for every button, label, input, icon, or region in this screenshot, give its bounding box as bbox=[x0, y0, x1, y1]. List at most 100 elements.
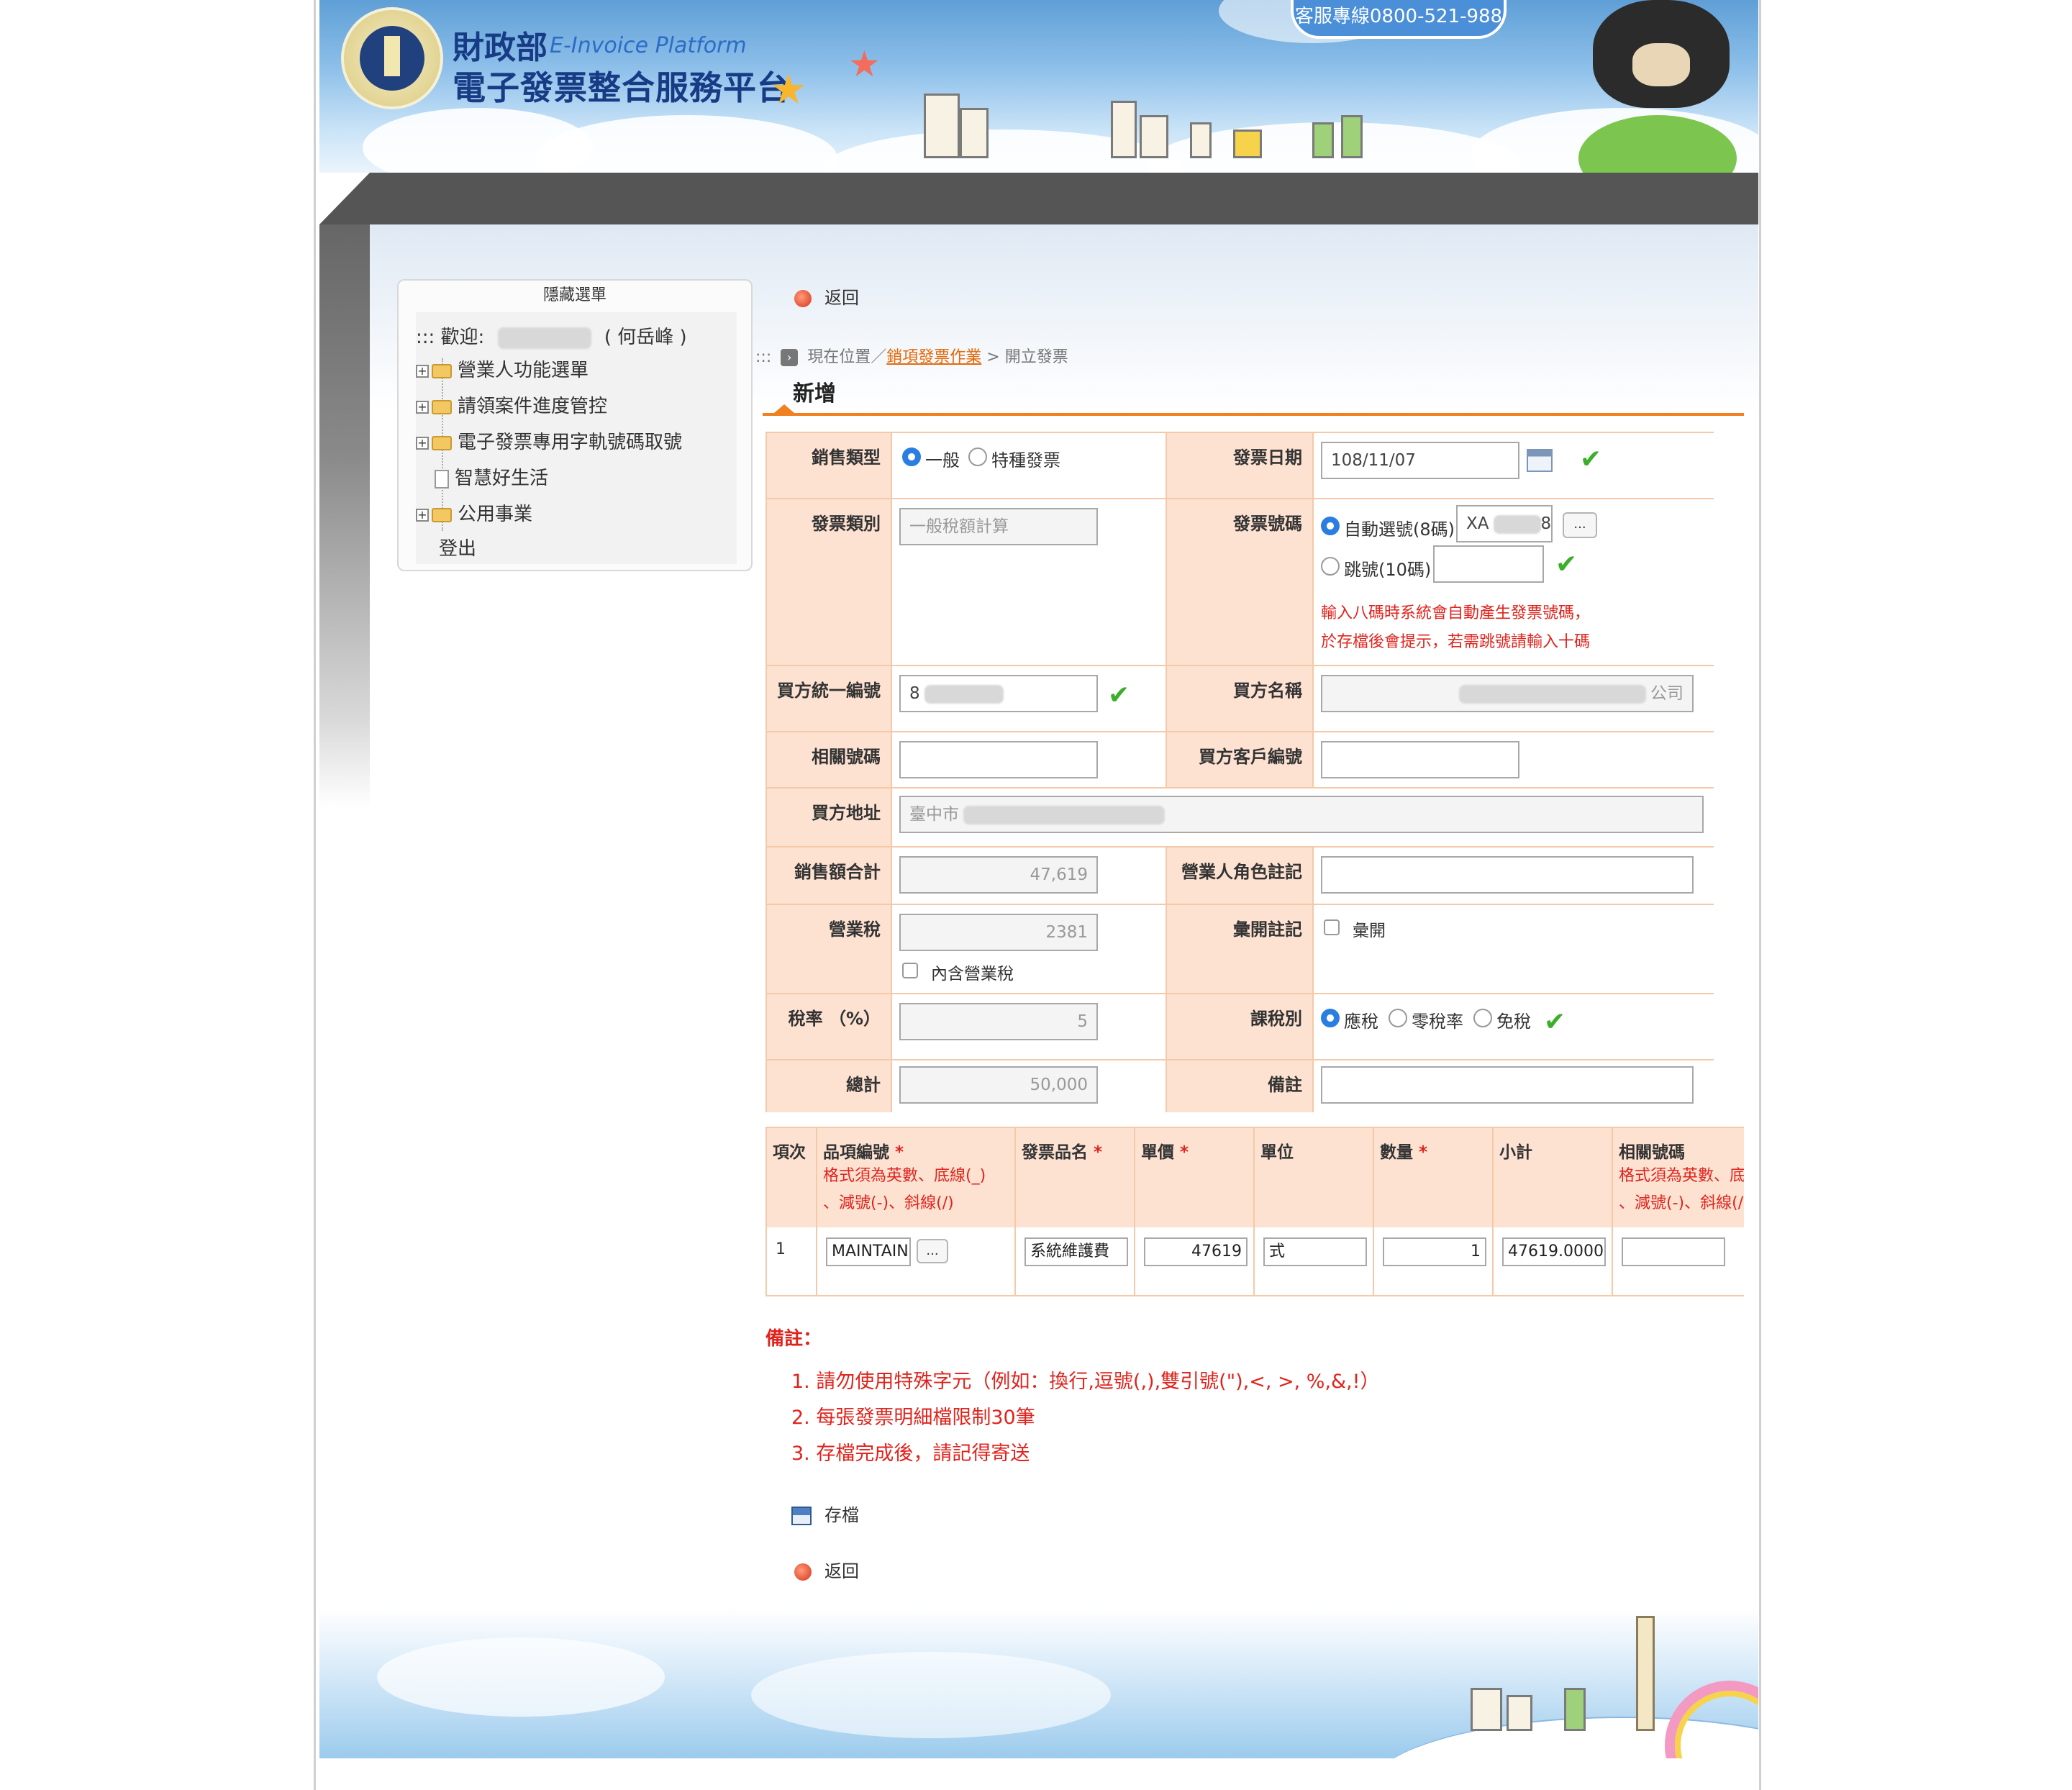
buyer-name-input[interactable]: 公司 bbox=[1321, 675, 1694, 712]
buyer-name-label: 買方名稱 bbox=[1167, 666, 1314, 732]
sidebar-item-label: 登出 bbox=[439, 538, 477, 560]
skip-number-input[interactable] bbox=[1433, 545, 1544, 583]
auto-number-label: 自動選號(8碼) bbox=[1344, 519, 1455, 540]
expand-icon[interactable]: + bbox=[416, 436, 429, 450]
building-illustration bbox=[1140, 115, 1168, 158]
sidebar-item-utilities[interactable]: + 公用事業 bbox=[416, 499, 532, 531]
consolidated-checkbox[interactable] bbox=[1324, 919, 1340, 935]
format-hint: 、減號(-)、斜線(/) bbox=[823, 1194, 954, 1212]
header-band bbox=[319, 173, 1758, 224]
folder-icon bbox=[432, 507, 452, 522]
subtotal-input[interactable]: 47619.0000 bbox=[1502, 1237, 1606, 1266]
sales-total-cell: 47,619 bbox=[892, 848, 1167, 905]
buyer-customer-no-input[interactable] bbox=[1321, 741, 1519, 778]
back-label: 返回 bbox=[824, 288, 859, 308]
quantity-input[interactable]: 1 bbox=[1383, 1237, 1486, 1266]
sidebar-item-label: 智慧好生活 bbox=[455, 468, 549, 489]
invoice-number-cell: 自動選號(8碼) XA 8 ... 跳號(10碼) ✔ 輸入八碼時系統會自動產生發… bbox=[1314, 499, 1714, 666]
sales-type-cell: 一般 特種發票 bbox=[892, 433, 1167, 499]
header-label: 發票品名 bbox=[1022, 1143, 1088, 1162]
related-number-input[interactable] bbox=[899, 741, 1098, 778]
col-header-item-code: 品項編號 * 格式須為英數、底線(_) 、減號(-)、斜線(/) bbox=[817, 1128, 1016, 1227]
tax-rate-cell: 5 bbox=[892, 994, 1167, 1060]
sidebar-item-case-progress[interactable]: + 請領案件進度管控 bbox=[416, 391, 607, 423]
col-header-subtotal: 小計 bbox=[1494, 1128, 1613, 1227]
folder-icon bbox=[432, 363, 452, 378]
rainbow-illustration bbox=[1665, 1681, 1758, 1758]
tax-cell: 2381 內含營業稅 bbox=[892, 905, 1167, 994]
back-link-top[interactable]: 返回 bbox=[794, 283, 859, 309]
business-role-input[interactable] bbox=[1321, 856, 1694, 894]
business-role-label: 營業人角色註記 bbox=[1167, 848, 1314, 905]
valid-check-icon: ✔ bbox=[1544, 1007, 1566, 1037]
expand-icon[interactable]: + bbox=[416, 400, 429, 414]
floppy-disk-icon bbox=[791, 1507, 812, 1525]
sidebar-item-track-number[interactable]: + 電子發票專用字軌號碼取號 bbox=[416, 427, 682, 459]
pick-number-button[interactable]: ... bbox=[1563, 512, 1597, 538]
sidebar-item-smart-life[interactable]: 智慧好生活 bbox=[416, 463, 548, 495]
redacted-company bbox=[497, 327, 591, 349]
welcome-text: ::: 歡迎: ( 何岳峰 ) bbox=[416, 322, 687, 349]
tax-type-zero-label: 零稅率 bbox=[1412, 1012, 1463, 1032]
number-hint-line-1: 輸入八碼時系統會自動產生發票號碼， bbox=[1321, 604, 1591, 622]
save-button[interactable]: 存檔 bbox=[791, 1501, 859, 1526]
item-name-input[interactable]: 系統維護費 bbox=[1024, 1237, 1128, 1266]
radio-skip-number[interactable] bbox=[1321, 557, 1340, 576]
tax-input[interactable]: 2381 bbox=[899, 914, 1098, 951]
remark-input[interactable] bbox=[1321, 1066, 1694, 1104]
cell-item-code: MAINTAIN ... bbox=[817, 1227, 1016, 1295]
sales-total-input[interactable]: 47,619 bbox=[899, 856, 1098, 894]
title-underline bbox=[763, 413, 1744, 416]
related-number-row-input[interactable] bbox=[1622, 1237, 1725, 1266]
bird-illustration bbox=[1233, 130, 1262, 158]
radio-auto-number[interactable] bbox=[1321, 517, 1340, 535]
remark-cell bbox=[1314, 1060, 1714, 1112]
sidebar-item-business-menu[interactable]: + 營業人功能選單 bbox=[416, 355, 589, 387]
building-illustration bbox=[1111, 101, 1137, 158]
buyer-address-input[interactable]: 臺中市 bbox=[899, 796, 1704, 833]
tax-rate-label: 稅率 （%） bbox=[767, 994, 892, 1060]
unit-input[interactable]: 式 bbox=[1263, 1237, 1367, 1266]
calendar-icon[interactable] bbox=[1527, 449, 1553, 472]
tree-illustration bbox=[1564, 1688, 1586, 1731]
expand-icon[interactable]: + bbox=[416, 364, 429, 378]
radio-label-general: 一般 bbox=[925, 450, 960, 471]
invoice-date-input[interactable]: 108/11/07 bbox=[1321, 442, 1519, 479]
pick-item-button[interactable]: ... bbox=[917, 1239, 948, 1263]
auto-number-suffix: 8 bbox=[1540, 514, 1552, 533]
sidebar-item-label: 營業人功能選單 bbox=[458, 360, 589, 381]
tax-rate-input[interactable]: 5 bbox=[899, 1003, 1098, 1040]
consolidated-label: 彙開註記 bbox=[1167, 905, 1314, 994]
radio-sales-type-general[interactable] bbox=[902, 448, 921, 466]
radio-tax-type-zero[interactable] bbox=[1389, 1009, 1407, 1027]
radio-tax-type-exempt[interactable] bbox=[1473, 1009, 1492, 1027]
business-role-cell bbox=[1314, 848, 1714, 905]
site-header: 財政部 E-Invoice Platform 電子發票整合服務平台 客服專線08… bbox=[319, 0, 1758, 173]
buyer-id-input[interactable]: 8 bbox=[899, 675, 1098, 712]
sidebar-tree: ::: 歡迎: ( 何岳峰 ) + 營業人功能選單 + 請領案件進度管控 + 電子發票… bbox=[416, 312, 737, 564]
star-icon: ★ bbox=[848, 43, 881, 85]
unit-price-input[interactable]: 47619 bbox=[1144, 1237, 1248, 1266]
breadcrumb-link-sales-invoice[interactable]: 銷項發票作業 bbox=[886, 348, 981, 366]
tax-type-taxable-label: 應稅 bbox=[1344, 1012, 1378, 1032]
tax-included-checkbox[interactable] bbox=[902, 963, 918, 978]
expand-icon[interactable]: + bbox=[416, 508, 429, 522]
invoice-form: 銷售類型 一般 特種發票 發票日期 108/11/07 ✔ 發票類別 一般稅額計… bbox=[765, 432, 1714, 1112]
sidebar-item-logout[interactable]: 登出 bbox=[439, 534, 476, 565]
grand-total-input[interactable]: 50,000 bbox=[899, 1066, 1098, 1104]
invoice-date-cell: 108/11/07 ✔ bbox=[1314, 433, 1714, 499]
radio-sales-type-special[interactable] bbox=[968, 448, 987, 466]
auto-number-input[interactable]: XA 8 bbox=[1456, 505, 1553, 542]
radio-tax-type-taxable[interactable] bbox=[1321, 1009, 1340, 1027]
format-hint: 、減號(-)、斜線(/) bbox=[1619, 1194, 1744, 1212]
hide-menu-toggle[interactable]: 隱藏選單 bbox=[399, 281, 751, 312]
radio-label-special: 特種發票 bbox=[991, 450, 1060, 471]
header-label: 數量 bbox=[1380, 1143, 1413, 1162]
invoice-category-input[interactable]: 一般稅額計算 bbox=[899, 508, 1098, 545]
ministry-logo[interactable] bbox=[341, 7, 443, 109]
grand-total-cell: 50,000 bbox=[892, 1060, 1167, 1112]
back-link-bottom[interactable]: 返回 bbox=[794, 1557, 859, 1582]
item-code-input[interactable]: MAINTAIN bbox=[826, 1237, 911, 1266]
title-marker bbox=[774, 404, 794, 413]
page: { "header": { "brand_ministry": "財政部", "… bbox=[0, 0, 2072, 1790]
